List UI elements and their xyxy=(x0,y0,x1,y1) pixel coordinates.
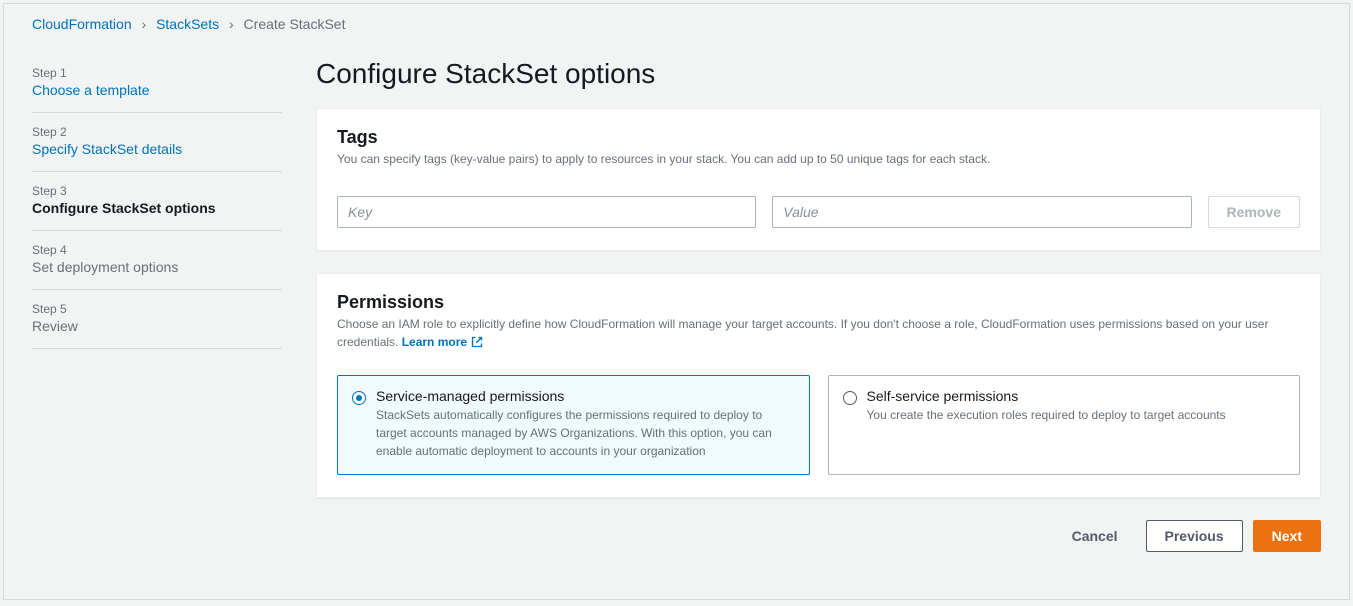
main-content: Configure StackSet options Tags You can … xyxy=(316,36,1321,552)
tags-panel: Tags You can specify tags (key-value pai… xyxy=(316,108,1321,251)
tags-title: Tags xyxy=(337,127,1300,148)
step-num: Step 1 xyxy=(32,66,282,80)
option-title: Service-managed permissions xyxy=(376,388,795,404)
learn-more-link[interactable]: Learn more xyxy=(402,333,483,351)
tag-row: Remove xyxy=(337,196,1300,228)
step-num: Step 2 xyxy=(32,125,282,139)
step-1[interactable]: Step 1 Choose a template xyxy=(32,66,282,113)
step-label: Specify StackSet details xyxy=(32,141,282,157)
step-num: Step 5 xyxy=(32,302,282,316)
permissions-panel: Permissions Choose an IAM role to explic… xyxy=(316,273,1321,498)
radio-icon xyxy=(352,391,366,405)
breadcrumb-stacksets[interactable]: StackSets xyxy=(156,16,219,32)
learn-more-label: Learn more xyxy=(402,333,467,351)
step-label: Review xyxy=(32,318,282,334)
permissions-options: Service-managed permissions StackSets au… xyxy=(337,375,1300,475)
step-label: Choose a template xyxy=(32,82,282,98)
remove-tag-button: Remove xyxy=(1208,196,1300,228)
chevron-right-icon: › xyxy=(229,16,234,32)
option-desc: You create the execution roles required … xyxy=(867,406,1226,424)
tag-key-input[interactable] xyxy=(337,196,756,228)
breadcrumb-current: Create StackSet xyxy=(244,16,346,32)
page-title: Configure StackSet options xyxy=(316,58,1321,90)
step-label: Configure StackSet options xyxy=(32,200,282,216)
cancel-button[interactable]: Cancel xyxy=(1054,520,1136,552)
breadcrumb-cloudformation[interactable]: CloudFormation xyxy=(32,16,132,32)
option-self-service[interactable]: Self-service permissions You create the … xyxy=(828,375,1301,475)
permissions-title: Permissions xyxy=(337,292,1300,313)
step-2[interactable]: Step 2 Specify StackSet details xyxy=(32,113,282,172)
tag-value-input[interactable] xyxy=(772,196,1191,228)
step-label: Set deployment options xyxy=(32,259,282,275)
tags-description: You can specify tags (key-value pairs) t… xyxy=(337,150,1300,168)
option-title: Self-service permissions xyxy=(867,388,1226,404)
step-4: Step 4 Set deployment options xyxy=(32,231,282,290)
step-num: Step 4 xyxy=(32,243,282,257)
step-5: Step 5 Review xyxy=(32,290,282,349)
option-desc: StackSets automatically configures the p… xyxy=(376,406,795,460)
step-3: Step 3 Configure StackSet options xyxy=(32,172,282,231)
radio-icon xyxy=(843,391,857,405)
permissions-description: Choose an IAM role to explicitly define … xyxy=(337,315,1300,351)
step-num: Step 3 xyxy=(32,184,282,198)
wizard-sidebar: Step 1 Choose a template Step 2 Specify … xyxy=(32,36,282,552)
external-link-icon xyxy=(471,336,483,348)
previous-button[interactable]: Previous xyxy=(1146,520,1243,552)
option-service-managed[interactable]: Service-managed permissions StackSets au… xyxy=(337,375,810,475)
next-button[interactable]: Next xyxy=(1253,520,1321,552)
breadcrumb: CloudFormation › StackSets › Create Stac… xyxy=(4,4,1349,36)
chevron-right-icon: › xyxy=(142,16,147,32)
footer-actions: Cancel Previous Next xyxy=(316,520,1321,552)
